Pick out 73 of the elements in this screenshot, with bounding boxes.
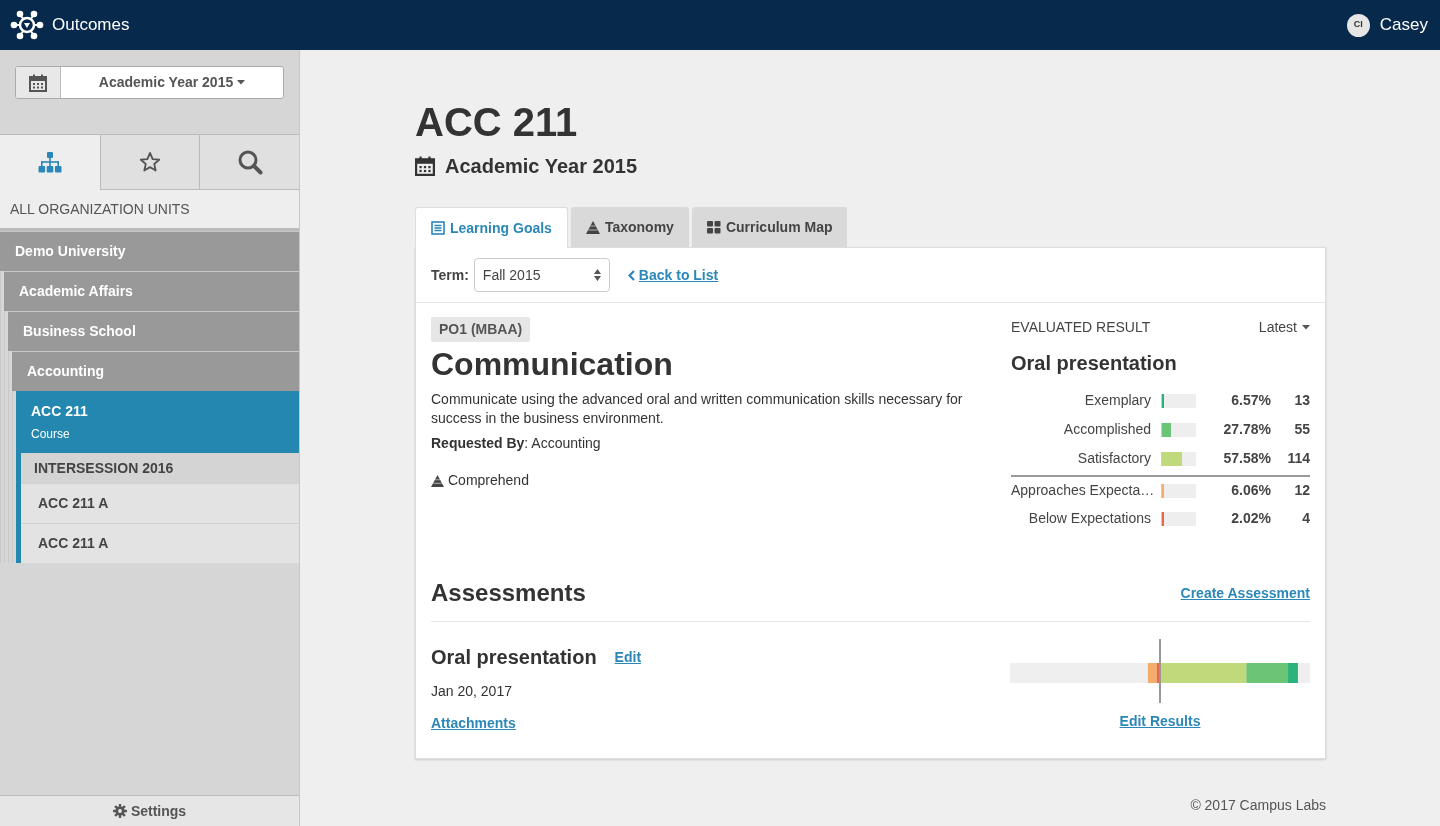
- back-link[interactable]: Back to List: [627, 264, 719, 286]
- result-count: 4: [1301, 509, 1310, 528]
- search-icon: [236, 149, 263, 175]
- settings-button[interactable]: Settings: [0, 795, 299, 826]
- result-title: Oral presentation: [1011, 351, 1178, 376]
- tab[interactable]: Taxonomy: [570, 207, 689, 247]
- page-title: ACC 211: [415, 100, 579, 144]
- goal-title: Communication: [431, 346, 673, 382]
- tree-item[interactable]: Academic Affairs: [4, 271, 299, 311]
- taxonomy-level: Comprehend: [448, 471, 529, 490]
- tree-item[interactable]: Demo University: [0, 231, 299, 271]
- result-label: Below Expectations: [1027, 509, 1152, 528]
- logo-icon: [10, 10, 44, 40]
- create-assessment-link[interactable]: Create Assessment: [1180, 582, 1310, 604]
- chevron-icon: [627, 269, 635, 281]
- result-label: Exemplary: [1083, 391, 1152, 410]
- footer-text: © 2017 Campus Labs: [1190, 796, 1326, 815]
- group-heading: INTERSESSION 2016: [34, 458, 174, 478]
- assessment-title: Oral presentation: [431, 645, 597, 670]
- section-title: Assessments: [431, 578, 586, 608]
- user-avatar[interactable]: CI: [1346, 13, 1370, 37]
- result-count: 12: [1293, 481, 1310, 500]
- pyramid-icon: [585, 220, 600, 234]
- term-label: Term:: [431, 265, 469, 285]
- latest-dropdown[interactable]: Latest: [1258, 317, 1310, 338]
- caret-icon: [237, 80, 246, 85]
- result-count: 55: [1293, 420, 1310, 439]
- tree-item[interactable]: Business School: [8, 311, 299, 351]
- attachments-link[interactable]: Attachments: [431, 713, 516, 734]
- updown-icon: [593, 269, 601, 281]
- result-percent: 2.02%: [1230, 509, 1271, 528]
- tab[interactable]: Curriculum Map: [691, 207, 848, 247]
- requested-by: Requested By: Accounting: [431, 434, 601, 453]
- search-tab[interactable]: [199, 135, 299, 190]
- result-percent: 57.58%: [1222, 449, 1271, 468]
- result-percent: 27.78%: [1222, 420, 1271, 439]
- tab[interactable]: Learning Goals: [415, 207, 568, 248]
- star-icon: [139, 151, 161, 173]
- result-label: Approaches Expecta…: [1011, 481, 1156, 500]
- hierarchy-tab[interactable]: [0, 135, 100, 190]
- user-name[interactable]: Casey: [1379, 12, 1428, 38]
- result-label: Satisfactory: [1076, 449, 1152, 468]
- pyramid-icon: [431, 474, 444, 487]
- term-select[interactable]: Fall 2015: [473, 258, 610, 292]
- tree-item[interactable]: ACC 211 A: [21, 483, 299, 523]
- result-percent: 6.57%: [1230, 391, 1271, 410]
- caret-icon: [1302, 325, 1310, 330]
- tree-item[interactable]: ACC 211 A: [21, 523, 299, 563]
- section-label: ALL ORGANIZATION UNITS: [10, 199, 190, 219]
- result-heading: EVALUATED RESULT: [1011, 318, 1151, 337]
- tree-item-type: Course: [31, 426, 71, 443]
- calendar-icon: [29, 73, 47, 92]
- gear-icon: [112, 804, 127, 818]
- result-count: 114: [1286, 449, 1310, 468]
- list-icon: [431, 221, 445, 235]
- tree-item[interactable]: ACC 211 Course: [16, 391, 299, 453]
- goal-description: Communicate using the advanced oral and written communication skills necessary for success in the business environment.: [431, 390, 964, 428]
- page-subtitle: Academic Year 2015: [445, 154, 637, 179]
- result-label: Accomplished: [1062, 420, 1152, 439]
- star-tab[interactable]: [99, 135, 200, 190]
- app-name: Outcomes: [52, 14, 130, 37]
- result-count: 13: [1293, 391, 1310, 410]
- grid-icon: [706, 220, 721, 234]
- tree-item[interactable]: Accounting: [12, 351, 299, 391]
- edit-results-link[interactable]: Edit Results: [1119, 711, 1201, 732]
- calendar-icon: [415, 156, 435, 176]
- goal-code: PO1 (MBAA): [431, 317, 531, 342]
- result-percent: 6.06%: [1230, 481, 1271, 500]
- year-selector[interactable]: Academic Year 2015: [15, 66, 284, 99]
- org-chart-icon: [36, 151, 63, 174]
- year-label: Academic Year 2015: [98, 73, 234, 92]
- assessment-date: Jan 20, 2017: [431, 682, 512, 701]
- edit-link[interactable]: Edit: [614, 646, 642, 668]
